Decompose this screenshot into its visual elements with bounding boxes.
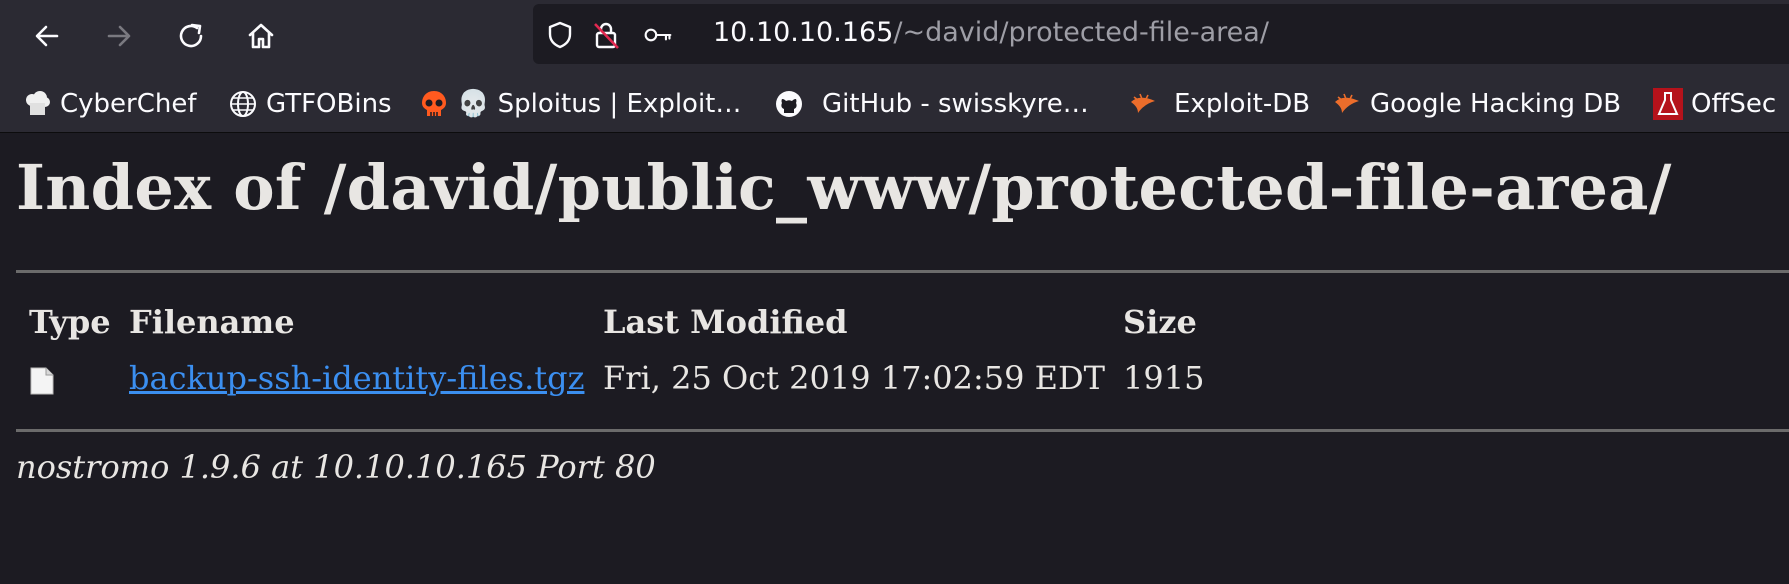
insecure-lock-icon[interactable] (591, 20, 621, 50)
address-bar[interactable]: 10.10.10.165/~david/protected-file-area/ (533, 4, 1789, 64)
home-icon (248, 23, 274, 49)
offsec-icon (1653, 88, 1683, 120)
file-modified: Fri, 25 Oct 2019 17:02:59 EDT (603, 359, 1106, 397)
exploit-db-icon (1128, 89, 1158, 119)
bookmark-label: GitHub - swisskyre… (822, 89, 1089, 119)
skull-icon (419, 89, 449, 119)
reload-button[interactable] (171, 16, 211, 56)
bookmark-offsec[interactable]: OffSec (1653, 86, 1776, 122)
forward-icon (107, 25, 131, 47)
url-path: /~david/protected-file-area/ (893, 17, 1269, 48)
page-title: Index of /david/public_www/protected-fil… (16, 151, 1672, 224)
back-icon (35, 25, 59, 47)
file-link[interactable]: backup-ssh-identity-files.tgz (129, 359, 584, 397)
bookmark-sploitus[interactable]: 💀 Sploitus | Exploit… (419, 86, 741, 122)
bookmark-label: OffSec (1691, 89, 1777, 119)
home-button[interactable] (241, 16, 281, 56)
chef-hat-icon (22, 89, 52, 119)
divider-top (16, 270, 1789, 273)
bookmark-cyberchef[interactable]: CyberChef (22, 86, 197, 122)
key-icon[interactable] (643, 20, 673, 50)
reload-icon (179, 23, 203, 48)
bookmark-google-hacking-db[interactable]: Google Hacking DB (1332, 86, 1621, 122)
column-header-last-modified: Last Modified (603, 303, 848, 341)
globe-icon (228, 89, 258, 119)
file-icon (30, 367, 54, 395)
bookmark-label: Google Hacking DB (1370, 89, 1622, 119)
bookmark-label: CyberChef (60, 89, 197, 119)
back-button[interactable] (27, 16, 67, 56)
server-footer: nostromo 1.9.6 at 10.10.10.165 Port 80 (16, 448, 656, 486)
browser-toolbar: 10.10.10.165/~david/protected-file-area/ (0, 0, 1789, 76)
bookmark-label: GTFOBins (266, 89, 392, 119)
github-icon (774, 89, 804, 119)
page-content: Index of /david/public_www/protected-fil… (0, 133, 1789, 584)
bookmark-label: Exploit-DB (1174, 89, 1311, 119)
shield-icon[interactable] (545, 20, 575, 50)
column-header-size: Size (1123, 303, 1197, 341)
bookmarks-toolbar: CyberChef GTFOBins 💀 Sploitus | Exploit…… (0, 76, 1789, 133)
divider-bottom (16, 429, 1789, 432)
file-size: 1915 (1123, 359, 1205, 397)
column-header-type: Type (29, 303, 111, 341)
bookmark-gtfobins[interactable]: GTFOBins (228, 86, 392, 122)
url-host: 10.10.10.165 (713, 17, 894, 48)
exploit-db-icon (1332, 89, 1362, 119)
forward-button[interactable] (99, 16, 139, 56)
url-text[interactable]: 10.10.10.165/~david/protected-file-area/ (713, 17, 1269, 48)
bookmark-exploit-db[interactable]: Exploit-DB (1128, 86, 1310, 122)
bookmark-github[interactable]: GitHub - swisskyre… (774, 86, 1089, 122)
bookmark-label: 💀 Sploitus | Exploit… (457, 89, 742, 119)
column-header-filename: Filename (129, 303, 295, 341)
